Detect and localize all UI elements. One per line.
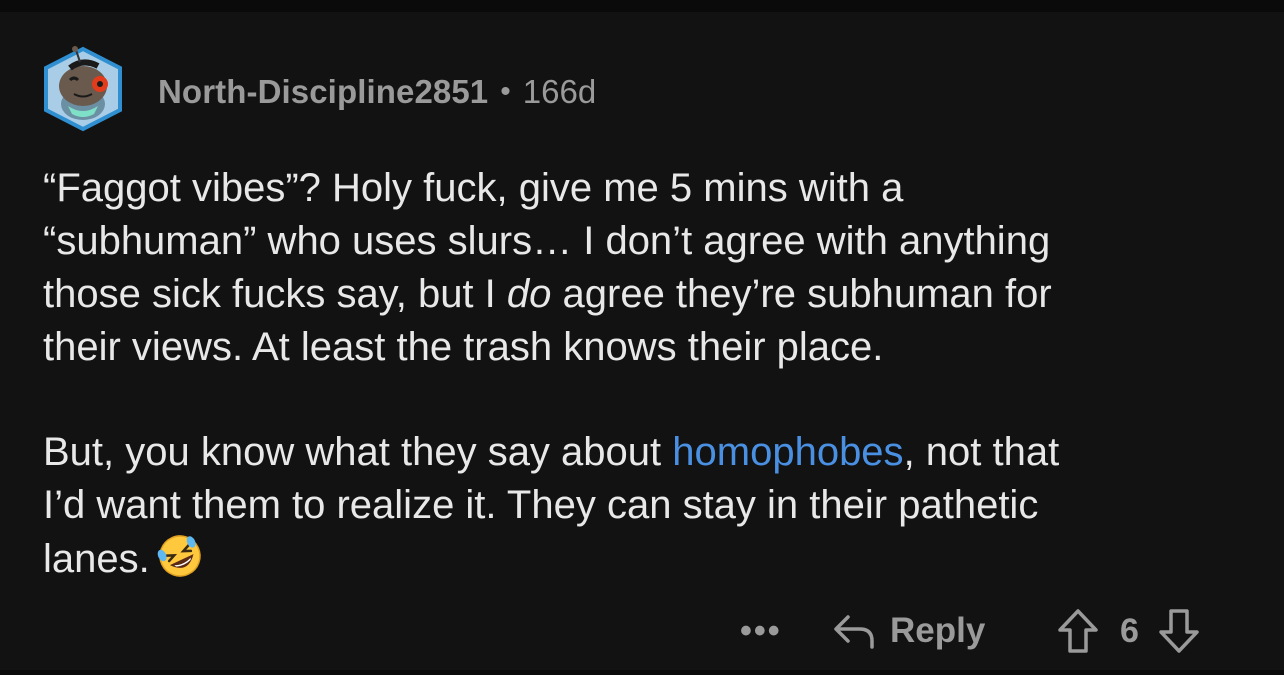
text-line: I’d want them to realize it. They can st… bbox=[43, 483, 1039, 527]
text-line: lanes. bbox=[43, 537, 150, 581]
text-line: their views. At least the trash knows th… bbox=[43, 325, 884, 369]
text-line: , not that bbox=[903, 430, 1060, 474]
text-line: “Faggot vibes”? Holy fuck, give me 5 min… bbox=[43, 166, 904, 210]
comment-age: 166d bbox=[522, 73, 597, 110]
comment-paragraph: “Faggot vibes”? Holy fuck, give me 5 min… bbox=[43, 162, 1243, 374]
meta-separator: • bbox=[500, 75, 511, 108]
rolling-on-floor-laughing-emoji-icon bbox=[156, 532, 204, 580]
inline-link[interactable]: homophobes bbox=[672, 430, 903, 474]
reply-button[interactable]: Reply bbox=[832, 604, 985, 658]
avatar[interactable] bbox=[40, 46, 126, 132]
comment-paragraph: But, you know what they say about homoph… bbox=[43, 426, 1243, 586]
more-options-button[interactable]: ••• bbox=[740, 604, 782, 658]
bottom-divider bbox=[0, 670, 1284, 675]
text-line: “subhuman” who uses slurs… I don’t agree… bbox=[43, 219, 1051, 263]
top-divider bbox=[0, 0, 1284, 12]
italic-text: do bbox=[506, 272, 552, 316]
reply-arrow-icon bbox=[834, 615, 874, 649]
text-line: those sick fucks say, but I bbox=[43, 272, 507, 316]
upvote-arrow-icon[interactable] bbox=[1056, 608, 1100, 654]
comment-card: North-Discipline2851 • 166d “Faggot vibe… bbox=[0, 12, 1284, 670]
vote-count: 6 bbox=[1120, 611, 1139, 650]
comment-actions: ••• Reply 6 bbox=[0, 604, 1284, 658]
downvote-arrow-icon[interactable] bbox=[1157, 608, 1201, 654]
reply-label: Reply bbox=[890, 611, 986, 650]
text-line: agree they’re subhuman for bbox=[551, 272, 1052, 316]
vote-controls: 6 bbox=[1056, 604, 1201, 658]
comment-header: North-Discipline2851 • 166d bbox=[40, 46, 597, 132]
text-line: But, you know what they say about bbox=[43, 430, 673, 474]
author-name[interactable]: North-Discipline2851 bbox=[158, 73, 488, 111]
comment-body: “Faggot vibes”? Holy fuck, give me 5 min… bbox=[43, 162, 1243, 586]
